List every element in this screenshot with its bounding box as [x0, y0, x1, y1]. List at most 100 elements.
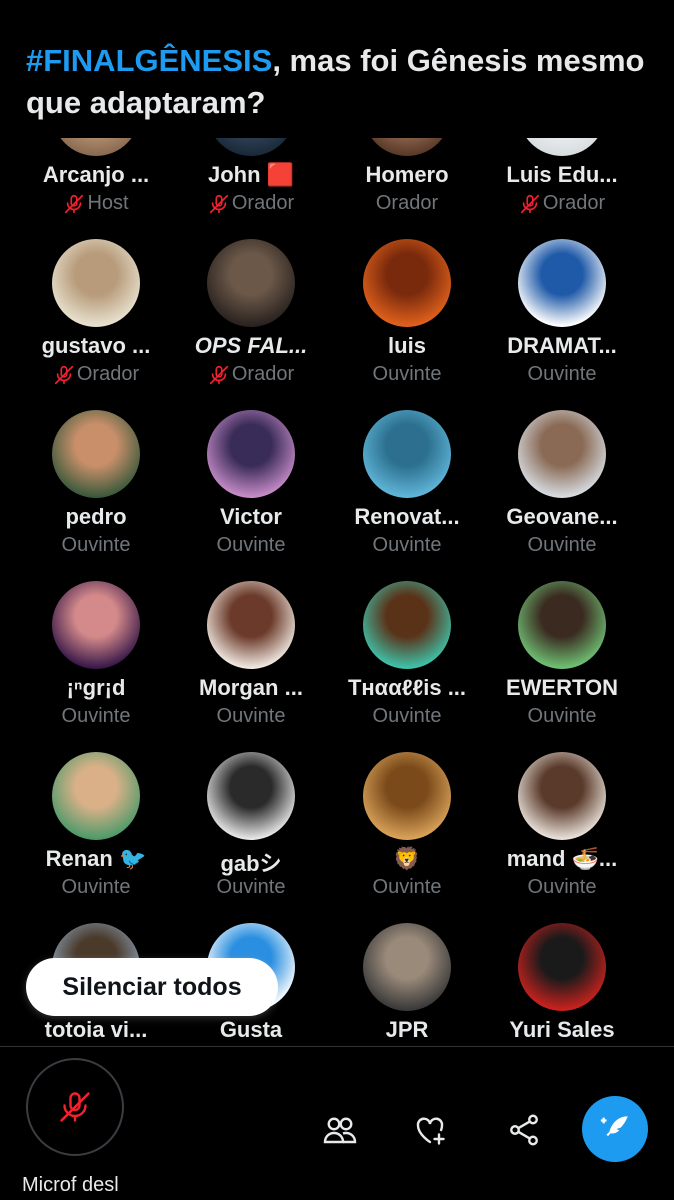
participant-avatar[interactable]	[363, 752, 451, 840]
participant-name: Morgan ...	[199, 675, 303, 700]
participant-role-label: Ouvinte	[216, 534, 286, 556]
participant-name: pedro	[65, 504, 127, 529]
participant-name: ¡ⁿgr¡d	[66, 675, 126, 700]
participant-role: Host	[18, 192, 174, 215]
participant-role-label: Ouvinte	[527, 705, 597, 727]
participant-avatar[interactable]	[518, 752, 606, 840]
compose-tweet-button[interactable]	[582, 1096, 648, 1162]
participant-role-label: Ouvinte	[216, 705, 286, 727]
participant-name: OPS FAL...	[194, 333, 308, 358]
participants-grid[interactable]: Arcanjo ... Host John 🟥 Orador Homero Orador L…	[0, 138, 674, 1048]
participant-avatar[interactable]	[363, 923, 451, 1011]
participant-role: Ouvinte	[18, 876, 174, 899]
participant-avatar[interactable]	[363, 138, 451, 156]
participant-avatar[interactable]	[518, 138, 606, 156]
participant-avatar[interactable]	[518, 581, 606, 669]
mic-muted-icon	[54, 365, 73, 384]
mic-off-icon	[60, 1092, 90, 1122]
participant-role-label: Orador	[542, 192, 606, 214]
participant-role-label: Ouvinte	[216, 876, 286, 898]
space-title: #FINALGÊNESIS, mas foi Gênesis mesmo que…	[26, 40, 646, 124]
participant-card[interactable]: Yuri Sales	[484, 923, 640, 1048]
participant-avatar[interactable]	[363, 410, 451, 498]
participant-role: Ouvinte	[484, 534, 640, 557]
participant-role: Orador	[173, 363, 329, 386]
participant-avatar[interactable]	[52, 239, 140, 327]
participant-role-label: Ouvinte	[527, 534, 597, 556]
participant-name: Renovat...	[354, 504, 460, 529]
participant-avatar[interactable]	[518, 923, 606, 1011]
mute-all-button[interactable]: Silenciar todos	[26, 958, 278, 1016]
participant-role-label: Orador	[375, 192, 439, 214]
mic-muted-icon	[209, 194, 228, 213]
participant-name: gustavo ...	[41, 333, 151, 358]
participant-avatar[interactable]	[207, 581, 295, 669]
participant-avatar[interactable]	[518, 410, 606, 498]
participant-role: Orador	[329, 192, 485, 215]
participant-name: Homero	[365, 162, 449, 187]
participant-avatar[interactable]	[518, 239, 606, 327]
participant-name: luis	[388, 333, 426, 358]
participant-name: John 🟥	[207, 162, 295, 187]
participant-role-label: Ouvinte	[527, 363, 597, 385]
participant-role-label: Ouvinte	[61, 705, 131, 727]
people-icon[interactable]	[322, 1112, 358, 1148]
participant-name: Gusta	[219, 1017, 283, 1042]
participant-avatar[interactable]	[207, 410, 295, 498]
participant-avatar[interactable]	[207, 752, 295, 840]
participant-name: DRAMAT...	[507, 333, 617, 358]
participant-role: Ouvinte	[173, 534, 329, 557]
microphone-toggle-button[interactable]	[26, 1058, 124, 1156]
participant-name: totoia vi...	[44, 1017, 148, 1042]
participant-role: Orador	[484, 192, 640, 215]
participant-card[interactable]: JPR	[329, 923, 485, 1048]
participant-role-label: Ouvinte	[372, 363, 442, 385]
participant-name: Luis Edu...	[506, 162, 618, 187]
participant-role: Orador	[173, 192, 329, 215]
participant-role-label: Orador	[76, 363, 140, 385]
participant-role: Ouvinte	[329, 363, 485, 386]
participant-role: Ouvinte	[329, 534, 485, 557]
participant-role-label: Host	[87, 192, 129, 214]
participant-name: JPR	[385, 1017, 429, 1042]
microphone-label: Microf desl	[22, 1174, 119, 1196]
participant-avatar[interactable]	[207, 239, 295, 327]
mic-muted-icon	[209, 365, 228, 384]
participant-role: Ouvinte	[484, 705, 640, 728]
participant-role-label: Ouvinte	[372, 705, 442, 727]
participant-name: Yuri Sales	[509, 1017, 615, 1042]
participant-name: gabシ	[220, 851, 282, 876]
compose-icon	[600, 1116, 628, 1137]
participant-avatar[interactable]	[207, 138, 295, 156]
participant-name: Victor	[220, 504, 282, 529]
share-icon[interactable]	[506, 1112, 542, 1148]
participant-name: mand 🍜...	[506, 846, 618, 871]
bottom-divider	[0, 1046, 674, 1047]
mic-muted-icon	[520, 194, 539, 213]
participant-role-label: Ouvinte	[61, 534, 131, 556]
participant-role-label: Ouvinte	[61, 876, 131, 898]
participant-role: Ouvinte	[329, 876, 485, 899]
participant-avatar[interactable]	[363, 239, 451, 327]
heart-plus-icon[interactable]	[412, 1112, 448, 1148]
participant-role: Ouvinte	[484, 363, 640, 386]
participant-name: Geovane...	[506, 504, 618, 529]
title-hashtag-link[interactable]: #FINALGÊNESIS	[26, 43, 272, 78]
participant-avatar[interactable]	[52, 752, 140, 840]
participant-avatar[interactable]	[52, 138, 140, 156]
participant-role-label: Ouvinte	[527, 876, 597, 898]
participant-role: Ouvinte	[484, 876, 640, 899]
participant-avatar[interactable]	[52, 581, 140, 669]
mic-muted-icon	[65, 194, 84, 213]
participant-role: Orador	[18, 363, 174, 386]
participant-role-label: Ouvinte	[372, 534, 442, 556]
participant-name: Tʜααℓℓis ...	[347, 675, 467, 700]
participant-name: Arcanjo ...	[42, 162, 150, 187]
participant-role: Ouvinte	[18, 534, 174, 557]
participant-avatar[interactable]	[52, 410, 140, 498]
participant-role: Ouvinte	[173, 876, 329, 899]
participant-name: EWERTON	[505, 675, 619, 700]
participant-avatar[interactable]	[363, 581, 451, 669]
participant-role: Ouvinte	[329, 705, 485, 728]
participant-role-label: Ouvinte	[372, 876, 442, 898]
